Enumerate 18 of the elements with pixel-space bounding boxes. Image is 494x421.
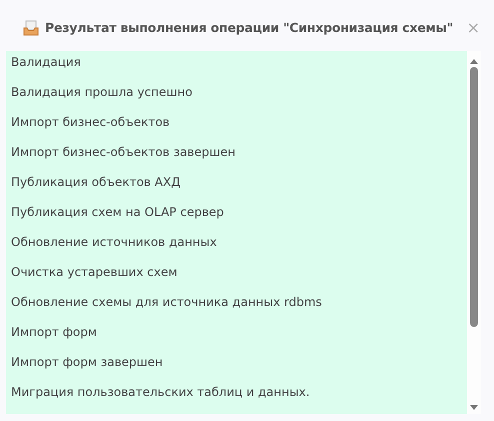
inbox-icon (23, 20, 39, 36)
log-entry: Обновление источников данных (10, 234, 218, 251)
log-entry: Публикация схем на OLAP сервер (10, 204, 225, 221)
log-entry: Очистка устаревших схем (10, 264, 178, 281)
scroll-up-icon[interactable] (469, 57, 479, 65)
log-entry: Публикация объектов АХД (10, 174, 182, 191)
scroll-down-icon[interactable] (469, 404, 479, 412)
log-entry: Импорт форм (10, 324, 98, 341)
log-entry: Валидация (10, 54, 82, 71)
log-entry: Обновление схемы для источника данных rdbms (10, 294, 323, 311)
log-entry: Импорт бизнес-объектов завершен (10, 144, 236, 161)
scrollbar[interactable] (467, 51, 481, 414)
log-entry: Импорт форм завершен (10, 354, 164, 371)
log-entry: Импорт бизнес-объектов (10, 114, 171, 131)
log-entry: Валидация прошла успешно (10, 84, 194, 101)
close-button[interactable]: × (464, 18, 482, 37)
window-title: Результат выполнения операции "Синхронизация схемы" (45, 20, 454, 35)
log-entry: Миграция пользовательских таблиц и данных. (10, 384, 311, 401)
